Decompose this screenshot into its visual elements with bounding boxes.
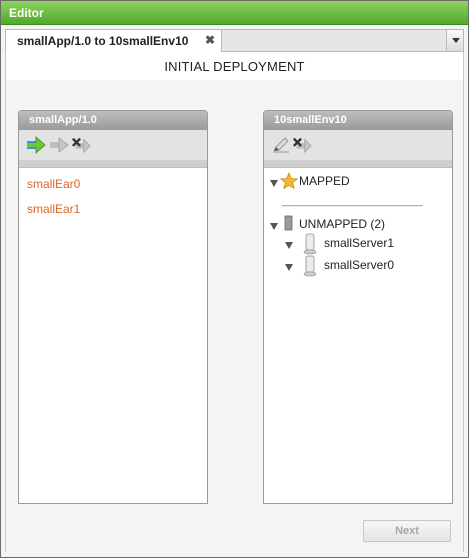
tree-item-server[interactable]: smallServer0 — [324, 258, 394, 272]
environment-panel-header: 10smallEnv10 — [264, 111, 452, 130]
tab-label: smallApp/1.0 to 10smallEnv10 — [17, 34, 189, 48]
server-icon — [303, 255, 317, 277]
tab-menu-dropdown[interactable] — [446, 30, 463, 51]
expand-triangle-icon[interactable] — [270, 223, 278, 230]
tab-deployment[interactable]: smallApp/1.0 to 10smallEnv10 ✖ — [6, 30, 222, 52]
tab-strip: smallApp/1.0 to 10smallEnv10 ✖ — [5, 29, 464, 52]
panel-separator — [264, 160, 452, 168]
title-bar: Editor — [1, 1, 468, 25]
chevron-down-icon — [452, 38, 460, 43]
map-arrow-icon[interactable] — [26, 136, 46, 154]
application-toolbar — [19, 130, 207, 160]
environment-panel-title: 10smallEnv10 — [274, 114, 347, 126]
unmapped-node-icon — [284, 215, 293, 231]
unmap-arrow-icon[interactable] — [49, 136, 69, 154]
application-panel: smallApp/1.0 smallEar0 smallEar1 — [18, 110, 208, 504]
main-content: INITIAL DEPLOYMENT smallApp/1.0 smallEar… — [5, 52, 464, 552]
list-item-ear[interactable]: smallEar1 — [27, 202, 80, 216]
delete-mapping-icon[interactable] — [292, 136, 312, 154]
environment-toolbar — [264, 130, 452, 160]
expand-triangle-icon[interactable] — [270, 180, 278, 187]
window-title: Editor — [9, 6, 44, 20]
page-title: INITIAL DEPLOYMENT — [164, 59, 305, 74]
star-icon — [280, 172, 298, 190]
close-icon[interactable]: ✖ — [205, 33, 215, 47]
next-button[interactable]: Next — [363, 520, 451, 542]
expand-triangle-icon[interactable] — [285, 264, 293, 271]
application-panel-title: smallApp/1.0 — [29, 114, 97, 126]
panel-separator — [19, 160, 207, 168]
heading-band: INITIAL DEPLOYMENT — [6, 52, 463, 80]
expand-triangle-icon[interactable] — [285, 242, 293, 249]
editor-window: Editor smallApp/1.0 to 10smallEnv10 ✖ IN… — [0, 0, 469, 558]
mapped-node-label[interactable]: MAPPED — [299, 174, 350, 188]
server-icon — [303, 233, 317, 255]
tree-divider: _______________________ — [282, 195, 423, 207]
edit-pencil-icon[interactable] — [271, 136, 291, 154]
environment-panel: 10smallEnv10 MAPPED ____________________… — [263, 110, 453, 504]
tree-item-server[interactable]: smallServer1 — [324, 236, 394, 250]
list-item-ear[interactable]: smallEar0 — [27, 177, 80, 191]
application-panel-header: smallApp/1.0 — [19, 111, 207, 130]
unmapped-node-label[interactable]: UNMAPPED (2) — [299, 217, 385, 231]
remove-mapping-icon[interactable] — [71, 136, 91, 154]
